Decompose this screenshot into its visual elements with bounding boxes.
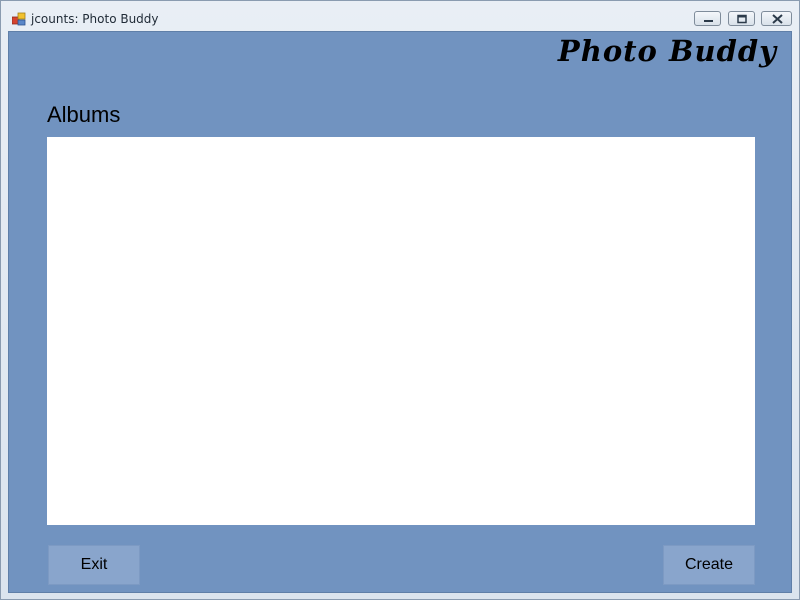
- brand-logo: Photo Buddy: [557, 34, 777, 68]
- close-button[interactable]: [761, 11, 792, 26]
- albums-label: Albums: [47, 102, 121, 127]
- window-title: jcounts: Photo Buddy: [31, 12, 159, 26]
- exit-button[interactable]: Exit: [48, 545, 140, 585]
- app-window: jcounts: Photo Buddy Photo Buddy Albums …: [0, 0, 800, 600]
- main-panel: Photo Buddy Albums Exit Create: [8, 31, 792, 593]
- albums-list[interactable]: [47, 137, 755, 525]
- app-icon[interactable]: [11, 12, 26, 26]
- title-bar[interactable]: jcounts: Photo Buddy: [1, 1, 799, 31]
- minimize-button[interactable]: [694, 11, 721, 26]
- close-icon: [772, 14, 783, 24]
- create-button[interactable]: Create: [663, 545, 755, 585]
- minimize-icon: [704, 20, 713, 22]
- maximize-button[interactable]: [728, 11, 755, 26]
- restore-icon: [737, 14, 747, 24]
